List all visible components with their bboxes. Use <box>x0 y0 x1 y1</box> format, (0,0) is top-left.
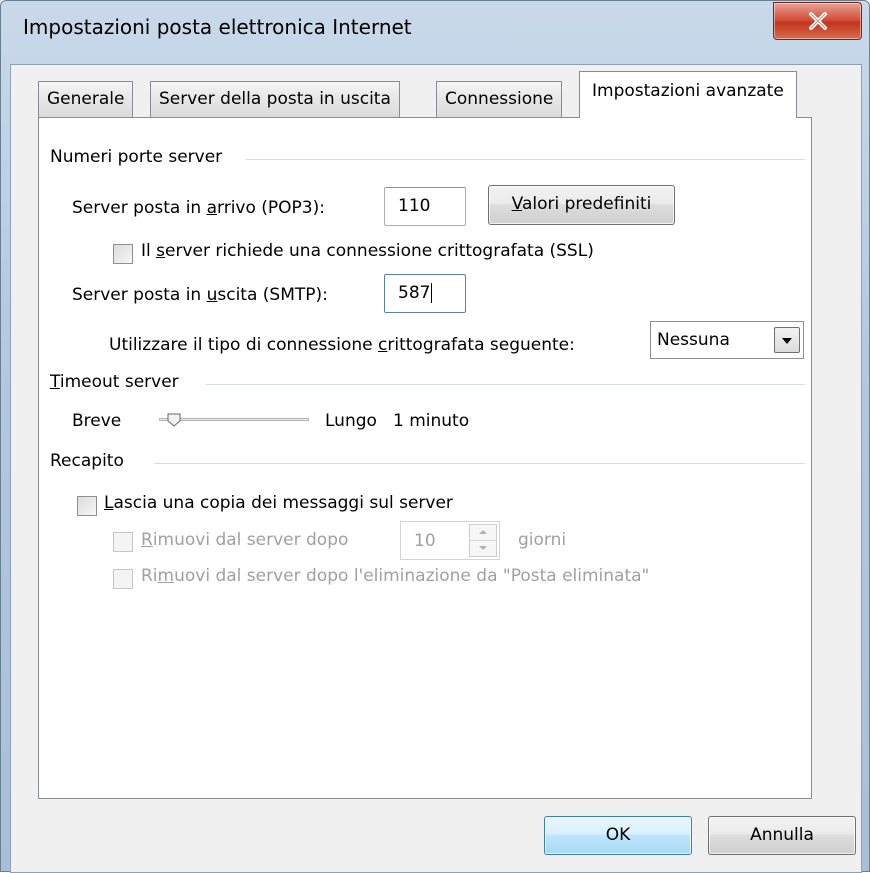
remove-after-label: Rimuovi dal server dopo <box>141 530 349 550</box>
tab-label: Server della posta in uscita <box>159 89 391 109</box>
tab-impostazioni-avanzate[interactable]: Impostazioni avanzate <box>579 71 797 118</box>
incoming-port-value: 110 <box>398 196 431 216</box>
timeout-value: 1 minuto <box>393 411 470 431</box>
spin-down-icon[interactable] <box>470 541 496 557</box>
default-values-button[interactable]: Valori predefiniti <box>488 185 675 225</box>
encryption-type-label: Utilizzare il tipo di connessione critto… <box>109 335 575 355</box>
tab-label: Connessione <box>445 89 554 109</box>
timeout-slider-thumb[interactable] <box>167 412 181 432</box>
text-caret <box>431 283 433 303</box>
cancel-button[interactable]: Annulla <box>708 816 856 855</box>
ok-button[interactable]: OK <box>544 816 692 855</box>
outgoing-port-label: Server posta in uscita (SMTP): <box>72 285 328 305</box>
incoming-port-input[interactable]: 110 <box>384 187 466 226</box>
remove-deleted-checkbox[interactable] <box>113 569 133 589</box>
days-unit-label: giorni <box>518 530 567 550</box>
group-divider <box>154 463 805 465</box>
remove-after-days-value: 10 <box>414 531 436 551</box>
encryption-type-select[interactable]: Nessuna <box>650 321 804 359</box>
outgoing-port-input[interactable]: 587 <box>384 274 466 313</box>
ssl-checkbox[interactable] <box>113 244 133 264</box>
window-title: Impostazioni posta elettronica Internet <box>23 15 412 39</box>
remove-deleted-label: Rimuovi dal server dopo l'eliminazione d… <box>141 566 650 586</box>
tab-server-posta-uscita[interactable]: Server della posta in uscita <box>150 81 400 117</box>
title-bar[interactable]: Impostazioni posta elettronica Internet <box>1 1 869 65</box>
tab-label: Impostazioni avanzate <box>592 81 784 101</box>
tab-panel-advanced: Numeri porte server Server posta in arri… <box>38 117 812 799</box>
group-divider <box>206 384 805 386</box>
group-label-timeout: Timeout server <box>50 372 189 392</box>
days-spinner[interactable] <box>469 524 497 557</box>
tab-label: Generale <box>47 89 125 109</box>
remove-after-days-input[interactable]: 10 <box>400 521 500 560</box>
outgoing-port-value: 587 <box>398 283 431 303</box>
incoming-port-label: Server posta in arrivo (POP3): <box>72 198 325 218</box>
close-icon <box>807 11 829 31</box>
close-button[interactable] <box>773 2 862 40</box>
dialog-client-area: Generale Server della posta in uscita Co… <box>10 64 862 873</box>
encryption-selected-value: Nessuna <box>657 330 730 350</box>
dialog-window: Impostazioni posta elettronica Internet … <box>0 0 870 873</box>
group-label-server-ports: Numeri porte server <box>50 147 233 167</box>
chevron-down-icon <box>781 330 793 350</box>
timeout-long-label: Lungo <box>325 411 377 431</box>
dropdown-button[interactable] <box>774 327 800 353</box>
spin-up-icon[interactable] <box>470 525 496 541</box>
tab-generale[interactable]: Generale <box>38 81 134 117</box>
timeout-short-label: Breve <box>72 411 122 431</box>
ssl-label: Il server richiede una connessione critt… <box>141 241 594 261</box>
group-divider <box>245 159 805 161</box>
group-label-delivery: Recapito <box>50 451 134 471</box>
leave-copy-checkbox[interactable] <box>77 496 97 516</box>
tab-connessione[interactable]: Connessione <box>436 81 563 117</box>
remove-after-checkbox[interactable] <box>113 532 133 552</box>
timeout-slider-track[interactable] <box>159 418 309 421</box>
leave-copy-label: Lascia una copia dei messaggi sul server <box>104 493 453 513</box>
